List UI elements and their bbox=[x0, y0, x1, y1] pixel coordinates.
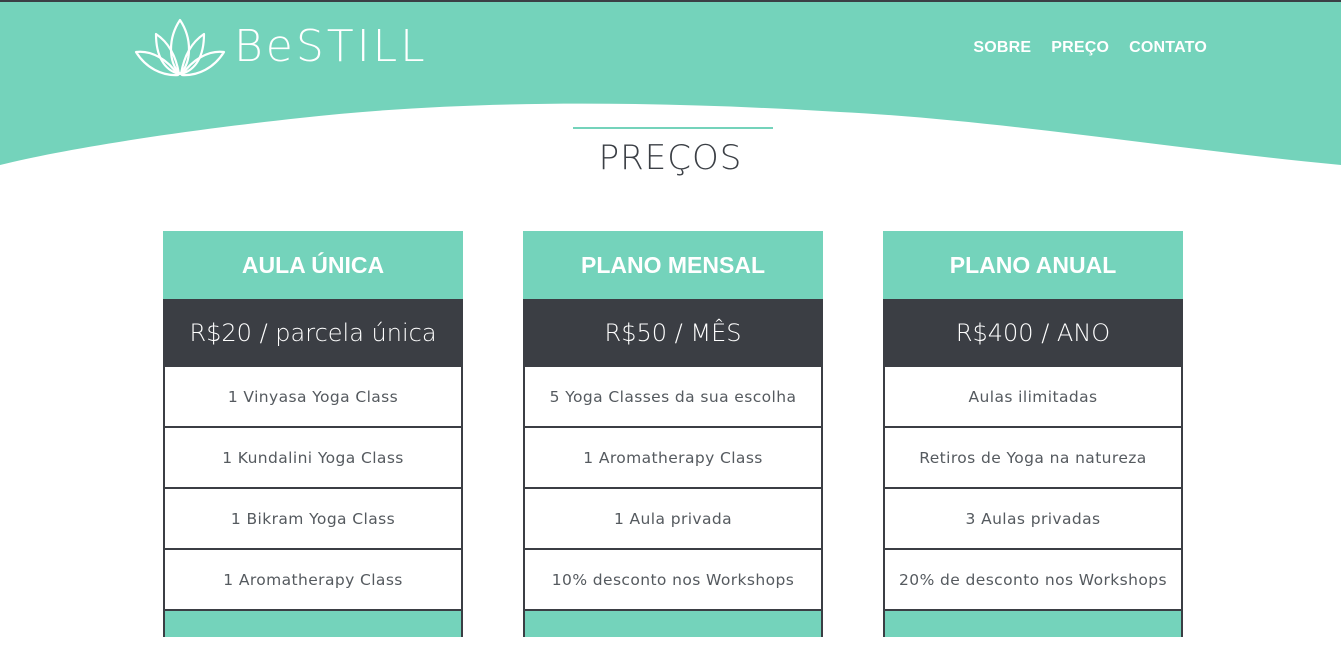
plan-name: PLANO MENSAL bbox=[523, 231, 823, 299]
plan-feature: 1 Aula privada bbox=[523, 489, 823, 550]
main-nav: SOBRE PREÇO CONTATO bbox=[973, 39, 1207, 57]
plan-feature: Aulas ilimitadas bbox=[883, 367, 1183, 428]
plan-footer[interactable] bbox=[523, 611, 823, 637]
plan-feature: 5 Yoga Classes da sua escolha bbox=[523, 367, 823, 428]
plan-features: Aulas ilimitadas Retiros de Yoga na natu… bbox=[883, 367, 1183, 611]
plan-feature: 3 Aulas privadas bbox=[883, 489, 1183, 550]
nav-link-preco[interactable]: PREÇO bbox=[1051, 39, 1109, 57]
top-border bbox=[0, 0, 1341, 2]
pricing-card-plano-mensal: PLANO MENSAL R$50 / MÊS 5 Yoga Classes d… bbox=[523, 231, 823, 637]
plan-name: AULA ÚNICA bbox=[163, 231, 463, 299]
plan-feature: 1 Aromatherapy Class bbox=[163, 550, 463, 611]
plan-feature: 1 Kundalini Yoga Class bbox=[163, 428, 463, 489]
plan-feature: Retiros de Yoga na natureza bbox=[883, 428, 1183, 489]
plan-feature: 1 Vinyasa Yoga Class bbox=[163, 367, 463, 428]
plan-price: R$20 / parcela única bbox=[163, 299, 463, 367]
plan-price: R$50 / MÊS bbox=[523, 299, 823, 367]
plan-features: 5 Yoga Classes da sua escolha 1 Aromathe… bbox=[523, 367, 823, 611]
plan-feature: 10% desconto nos Workshops bbox=[523, 550, 823, 611]
nav-link-contato[interactable]: CONTATO bbox=[1129, 39, 1207, 57]
plan-name: PLANO ANUAL bbox=[883, 231, 1183, 299]
lotus-icon bbox=[132, 16, 228, 78]
plan-feature: 20% de desconto nos Workshops bbox=[883, 550, 1183, 611]
pricing-card-plano-anual: PLANO ANUAL R$400 / ANO Aulas ilimitadas… bbox=[883, 231, 1183, 637]
logo-text: BeSTILL bbox=[234, 21, 428, 72]
pricing-card-aula-unica: AULA ÚNICA R$20 / parcela única 1 Vinyas… bbox=[163, 231, 463, 637]
plan-feature: 1 Aromatherapy Class bbox=[523, 428, 823, 489]
nav-link-sobre[interactable]: SOBRE bbox=[973, 39, 1031, 57]
plan-features: 1 Vinyasa Yoga Class 1 Kundalini Yoga Cl… bbox=[163, 367, 463, 611]
section-title: PREÇOS bbox=[598, 138, 743, 178]
plan-feature: 1 Bikram Yoga Class bbox=[163, 489, 463, 550]
plan-footer[interactable] bbox=[163, 611, 463, 637]
logo[interactable]: BeSTILL bbox=[132, 16, 428, 78]
plan-footer[interactable] bbox=[883, 611, 1183, 637]
section-divider bbox=[573, 127, 773, 129]
plan-price: R$400 / ANO bbox=[883, 299, 1183, 367]
